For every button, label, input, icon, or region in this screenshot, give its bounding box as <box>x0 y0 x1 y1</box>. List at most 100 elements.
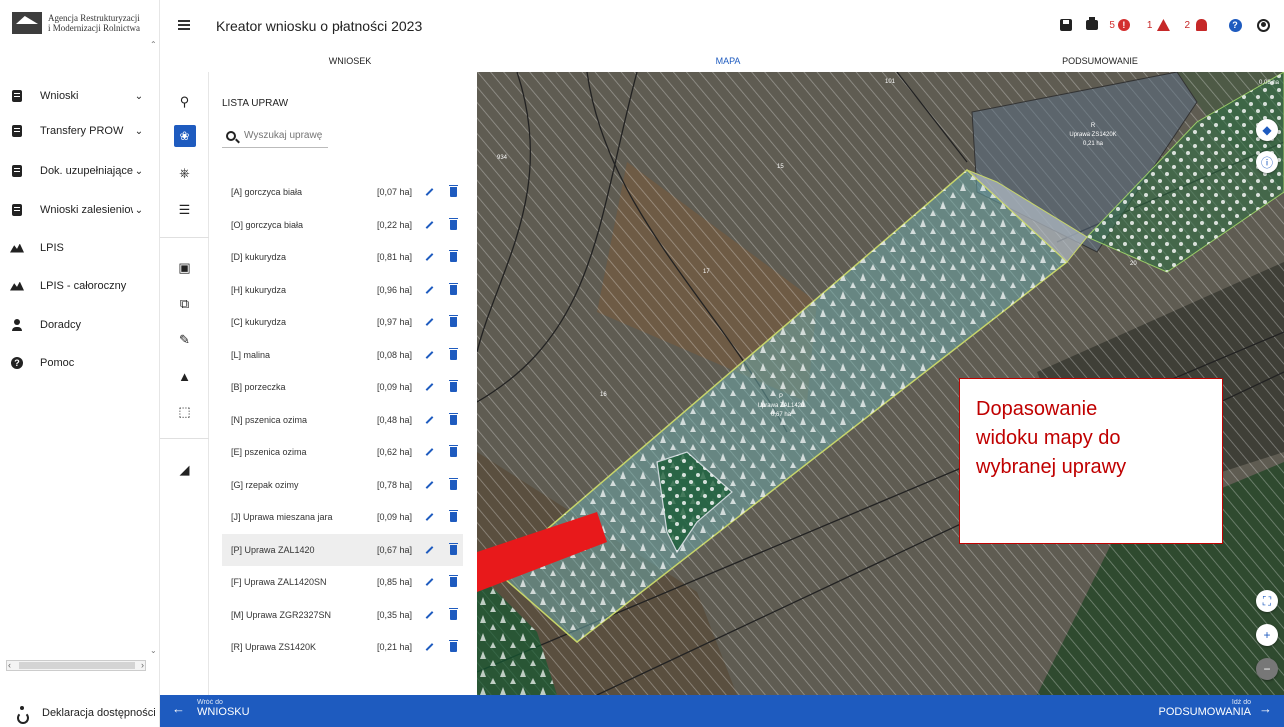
save-button[interactable] <box>1059 18 1073 32</box>
zoom-in-button[interactable]: + <box>1256 624 1278 646</box>
tab-mapa[interactable]: MAPA <box>540 52 916 72</box>
crop-list-item[interactable]: [D] kukurydza [0,81 ha] <box>222 241 463 274</box>
edit-crop-button[interactable] <box>421 574 437 590</box>
edit-crop-button[interactable] <box>421 249 437 265</box>
sidebar-item-pomoc[interactable]: ? Pomoc <box>10 353 145 373</box>
delete-crop-button[interactable] <box>445 509 461 525</box>
edit-crop-button[interactable] <box>421 639 437 655</box>
edit-tool-button[interactable]: ✎ <box>160 328 209 352</box>
select-area-icon: ▣ <box>178 260 191 275</box>
crop-list-item[interactable]: [B] porzeczka [0,09 ha] <box>222 371 463 404</box>
delete-crop-button[interactable] <box>445 184 461 200</box>
delete-crop-button[interactable] <box>445 314 461 330</box>
crop-list-item[interactable]: [E] pszenica ozima [0,62 ha] <box>222 436 463 469</box>
delete-crop-button[interactable] <box>445 444 461 460</box>
pencil-icon <box>425 513 433 522</box>
accessibility-declaration-link[interactable]: Deklaracja dostępności <box>16 706 156 724</box>
go-to-podsumowanie-button[interactable]: Idź do PODSUMOWANIA → <box>1159 699 1273 718</box>
edit-crop-button[interactable] <box>421 444 437 460</box>
scroll-left-icon[interactable]: ‹ <box>8 660 11 670</box>
edit-crop-button[interactable] <box>421 347 437 363</box>
delete-crop-button[interactable] <box>445 607 461 623</box>
crop-list-item[interactable]: [A] gorczyca biała [0,07 ha] <box>222 176 463 209</box>
scroll-right-icon[interactable]: › <box>141 660 144 670</box>
edit-crop-button[interactable] <box>421 477 437 493</box>
trees-tool-button[interactable]: ▲ <box>160 364 209 388</box>
trash-icon <box>448 445 458 458</box>
search-tool-button[interactable]: ⚲ <box>160 90 209 114</box>
scroll-down-icon[interactable]: ⌄ <box>150 646 157 655</box>
warnings-button[interactable] <box>1156 18 1170 32</box>
sidebar-item-doradcy[interactable]: Doradcy <box>10 315 145 335</box>
crop-list-item[interactable]: [H] kukurydza [0,96 ha] <box>222 274 463 307</box>
sidebar-item-wnioski[interactable]: Wnioski ⌄ <box>10 86 145 106</box>
menu-icon[interactable] <box>178 20 190 30</box>
zoom-out-button[interactable]: − <box>1256 658 1278 680</box>
delete-crop-button[interactable] <box>445 249 461 265</box>
crop-search-input[interactable] <box>244 130 324 141</box>
crop-list-item[interactable]: [M] Uprawa ZGR2327SN [0,35 ha] <box>222 599 463 632</box>
edit-crop-button[interactable] <box>421 412 437 428</box>
crop-list-item[interactable]: [J] Uprawa mieszana jara [0,09 ha] <box>222 501 463 534</box>
delete-crop-button[interactable] <box>445 574 461 590</box>
delete-crop-button[interactable] <box>445 347 461 363</box>
delete-crop-button[interactable] <box>445 639 461 655</box>
sidebar-item-lpis-caloroczny[interactable]: LPIS - całoroczny <box>10 276 145 296</box>
sidebar-item-transfery-prow[interactable]: Transfery PROW ⌄ <box>10 121 145 141</box>
map-info-button[interactable]: ⓘ <box>1256 151 1278 173</box>
crop-list-item[interactable]: [P] Uprawa ZAL1420 [0,67 ha] <box>222 533 463 566</box>
crop-name: [F] Uprawa ZAL1420SN <box>231 577 327 588</box>
sidebar-item-wnioski-zalesieniowe[interactable]: Wnioski zalesieniowe ⌄ <box>10 200 145 220</box>
notifications-button[interactable] <box>1194 18 1208 32</box>
scroll-up-icon[interactable]: ⌃ <box>150 40 157 49</box>
edit-crop-button[interactable] <box>421 217 437 233</box>
edit-crop-button[interactable] <box>421 282 437 298</box>
user-account-button[interactable] <box>1256 18 1270 32</box>
layers-button[interactable]: ◆ <box>1256 119 1278 141</box>
crop-list-item[interactable]: [F] Uprawa ZAL1420SN [0,85 ha] <box>222 566 463 599</box>
scrollbar-thumb[interactable] <box>19 662 135 669</box>
delete-crop-button[interactable] <box>445 477 461 493</box>
warnings-count: 1 <box>1146 19 1153 31</box>
parcels-tool-button[interactable]: ⎈ <box>160 161 209 185</box>
delete-crop-button[interactable] <box>445 542 461 558</box>
back-to-wniosek-button[interactable]: ← Wróć do WNIOSKU <box>172 699 250 718</box>
tab-podsumowanie[interactable]: PODSUMOWANIE <box>916 52 1284 72</box>
errors-button[interactable]: ! <box>1117 18 1131 32</box>
sidebar-vertical-scrollbar[interactable]: ⌃ ⌄ <box>150 40 158 660</box>
edit-crop-button[interactable] <box>421 607 437 623</box>
agency-logo[interactable]: Agencja Restrukturyzacji i Modernizacji … <box>12 12 148 34</box>
tab-wniosek[interactable]: WNIOSEK <box>160 52 540 72</box>
edit-crop-button[interactable] <box>421 509 437 525</box>
select-tool-button[interactable]: ▣ <box>160 256 209 280</box>
measure-tool-button[interactable]: ◢ <box>160 458 209 482</box>
delete-crop-button[interactable] <box>445 282 461 298</box>
crop-list-item[interactable]: [C] kukurydza [0,97 ha] <box>222 306 463 339</box>
bounding-box-tool-button[interactable]: ⬚ <box>160 400 209 424</box>
crop-name: [C] kukurydza <box>231 317 287 328</box>
crop-list-item[interactable]: [G] rzepak ozimy [0,78 ha] <box>222 469 463 502</box>
fullscreen-button[interactable]: ⛶ <box>1256 590 1278 612</box>
crop-list-item[interactable]: [R] Uprawa ZS1420K [0,21 ha] <box>222 631 463 664</box>
sidebar-horizontal-scrollbar[interactable]: ‹ › <box>6 660 146 671</box>
crop-area: [0,09 ha] <box>377 382 413 393</box>
delete-crop-button[interactable] <box>445 217 461 233</box>
edit-crop-button[interactable] <box>421 542 437 558</box>
help-button[interactable]: ? <box>1228 18 1242 32</box>
logo-line-2: i Modernizacji Rolnictwa <box>48 23 140 33</box>
crop-list-item[interactable]: [N] pszenica ozima [0,48 ha] <box>222 404 463 437</box>
delete-crop-button[interactable] <box>445 379 461 395</box>
crop-list-item[interactable]: [O] gorczyca biała [0,22 ha] <box>222 209 463 242</box>
sidebar-item-lpis[interactable]: LPIS <box>10 238 145 258</box>
print-button[interactable] <box>1085 17 1099 32</box>
edit-crop-button[interactable] <box>421 314 437 330</box>
edit-crop-button[interactable] <box>421 379 437 395</box>
crop-list-item[interactable]: [L] malina [0,08 ha] <box>222 339 463 372</box>
sidebar-item-dok-uzupelniajace[interactable]: Dok. uzupełniające ⌄ <box>10 161 145 181</box>
list-tool-button[interactable]: ☰ <box>160 198 209 222</box>
edit-crop-button[interactable] <box>421 184 437 200</box>
delete-crop-button[interactable] <box>445 412 461 428</box>
crop-search[interactable] <box>222 124 328 148</box>
crops-tool-button[interactable]: ❀ <box>160 124 209 148</box>
copy-tool-button[interactable]: ⧉ <box>160 292 209 316</box>
